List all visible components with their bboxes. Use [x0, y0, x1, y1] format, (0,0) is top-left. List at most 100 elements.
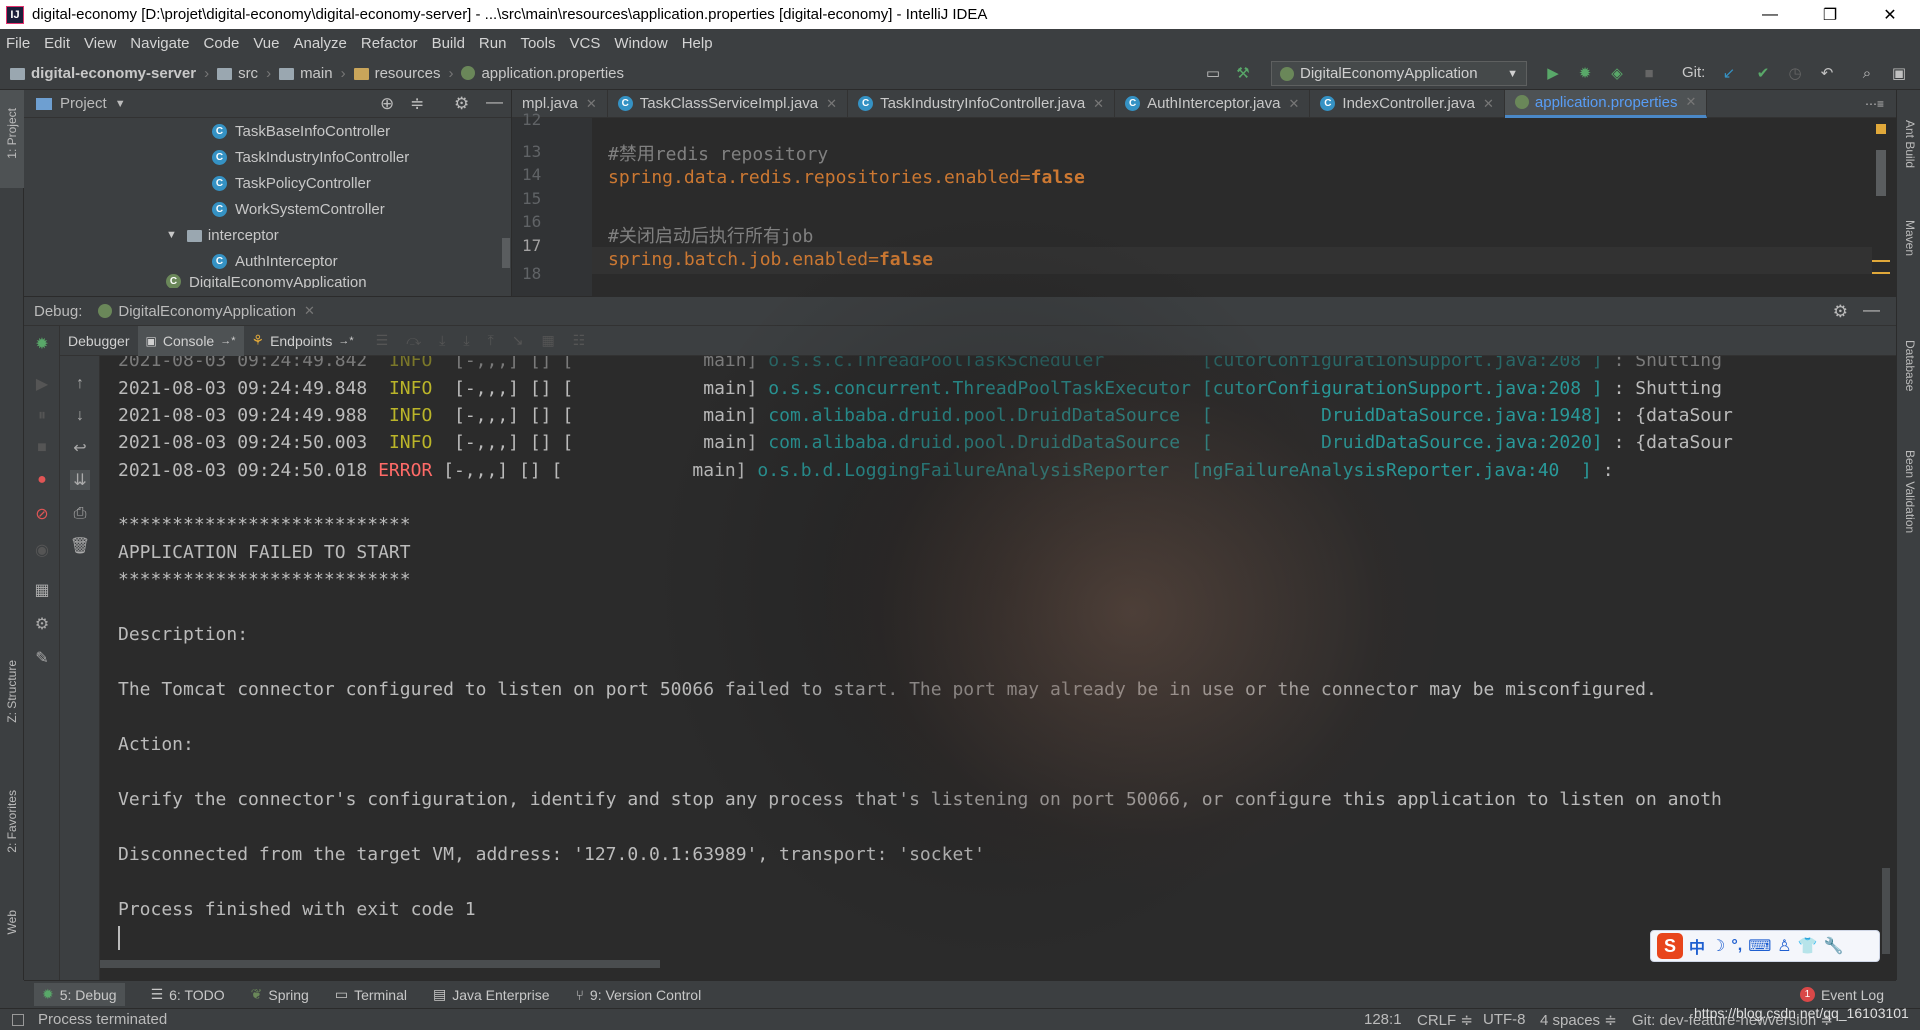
ime-skin-icon[interactable]: 👕: [1798, 936, 1818, 956]
tab-terminal[interactable]: ▭ Terminal: [335, 986, 407, 1003]
pin-icon[interactable]: ✎: [32, 648, 52, 668]
tree-item[interactable]: C DigitalEconomyApplication: [24, 274, 512, 288]
tab-endpoints[interactable]: ⚘ Endpoints →*: [244, 326, 362, 356]
editor-tab[interactable]: C IndexController.java ✕: [1310, 89, 1505, 118]
tool-window-web[interactable]: Web: [5, 910, 19, 934]
ime-punctuation-icon[interactable]: °,: [1731, 937, 1742, 955]
stop-icon[interactable]: ■: [1638, 62, 1660, 84]
evaluate-icon[interactable]: ▦: [542, 332, 555, 349]
tool-window-project[interactable]: 1: Project: [5, 108, 19, 159]
clear-all-trash-icon[interactable]: 🗑: [70, 536, 90, 556]
code-line-13[interactable]: #禁用redis repository: [608, 140, 828, 166]
up-arrow-icon[interactable]: ↑: [70, 374, 90, 394]
menu-window[interactable]: Window: [614, 35, 667, 52]
file-encoding[interactable]: UTF-8: [1483, 1011, 1526, 1028]
tab-todo[interactable]: ☰ 6: TODO: [151, 986, 225, 1003]
close-tab-icon[interactable]: ✕: [1289, 96, 1300, 112]
indent-setting[interactable]: 4 spaces ≑: [1540, 1011, 1617, 1029]
rerun-debug-icon[interactable]: ✹: [32, 334, 52, 354]
close-tab-icon[interactable]: ✕: [826, 96, 837, 112]
code-line-14[interactable]: spring.data.redis.repositories.enabled=f…: [608, 167, 1085, 188]
menu-build[interactable]: Build: [432, 35, 465, 52]
line-separator[interactable]: CRLF ≑: [1417, 1011, 1473, 1029]
breadcrumb-main[interactable]: main: [300, 65, 333, 82]
expand-arrow-icon[interactable]: ▼: [166, 229, 177, 241]
ime-chinese-mode[interactable]: 中: [1689, 934, 1705, 958]
ime-moon-icon[interactable]: ☽: [1711, 936, 1725, 956]
project-panel-title[interactable]: Project: [60, 95, 107, 112]
hide-panel-icon[interactable]: —: [1863, 300, 1880, 320]
code-line-16[interactable]: #关闭启动后执行所有job: [608, 222, 813, 248]
ime-keyboard-icon[interactable]: ⌨: [1748, 936, 1771, 956]
view-breakpoints-icon[interactable]: ●: [32, 470, 52, 490]
hide-panel-icon[interactable]: —: [486, 92, 503, 112]
close-tab-icon[interactable]: ✕: [1483, 96, 1494, 112]
step-over-icon[interactable]: ⤼: [406, 332, 421, 349]
project-structure-icon[interactable]: ▣: [1888, 62, 1910, 84]
close-tab-icon[interactable]: ✕: [1093, 96, 1104, 112]
editor-tab[interactable]: C AuthInterceptor.java ✕: [1115, 89, 1311, 118]
tree-item[interactable]: C TaskPolicyController: [24, 170, 512, 196]
settings-gear-icon[interactable]: ⚙: [1833, 302, 1848, 322]
close-session-icon[interactable]: ✕: [304, 303, 315, 319]
tab-java-enterprise[interactable]: ▤ Java Enterprise: [433, 986, 550, 1003]
close-tab-icon[interactable]: ✕: [1685, 94, 1696, 110]
tab-console[interactable]: ▣ Console →*: [137, 325, 244, 356]
inspection-warning-icon[interactable]: [1876, 124, 1886, 134]
tool-window-bean-validation[interactable]: Bean Validation: [1903, 450, 1917, 533]
trace-icon[interactable]: ☷: [573, 332, 586, 349]
console-output[interactable]: 2021-08-03 09:24:49.842 INFO [-,,,] [] […: [100, 356, 1896, 980]
scrollbar-thumb[interactable]: [502, 238, 510, 268]
menu-run[interactable]: Run: [479, 35, 507, 52]
tool-window-structure[interactable]: Z: Structure: [5, 660, 19, 723]
settings-gear-icon[interactable]: ⚙: [454, 94, 469, 114]
breadcrumb-file[interactable]: application.properties: [481, 65, 624, 82]
tree-item[interactable]: C AuthInterceptor: [24, 248, 512, 274]
tab-debugger[interactable]: Debugger: [60, 326, 138, 356]
build-hammer-icon[interactable]: ⚒: [1232, 62, 1254, 84]
tree-item[interactable]: C WorkSystemController: [24, 196, 512, 222]
run-icon[interactable]: ▶: [1542, 62, 1564, 84]
pin-tab-icon[interactable]: →*: [338, 335, 353, 347]
menu-file[interactable]: File: [6, 35, 30, 52]
tab-debug[interactable]: ✹ 5: Debug: [34, 983, 125, 1006]
editor-tab[interactable]: C TaskIndustryInfoController.java ✕: [848, 89, 1116, 118]
menu-analyze[interactable]: Analyze: [293, 35, 346, 52]
git-commit-check-icon[interactable]: ✔: [1752, 62, 1774, 84]
menu-vcs[interactable]: VCS: [569, 35, 600, 52]
down-arrow-icon[interactable]: ↓: [70, 406, 90, 426]
locate-target-icon[interactable]: ⊕: [380, 94, 394, 114]
ime-tools-icon[interactable]: 🔧: [1824, 936, 1844, 956]
search-icon[interactable]: ⌕: [1856, 62, 1878, 84]
settings-gear-icon[interactable]: ⚙: [32, 614, 52, 634]
close-tab-icon[interactable]: ✕: [586, 96, 597, 112]
print-icon[interactable]: ⎙: [70, 504, 90, 524]
step-into-icon[interactable]: ⤓: [439, 332, 445, 349]
breadcrumb-resources[interactable]: resources: [375, 65, 441, 82]
tool-window-database[interactable]: Database: [1903, 340, 1917, 391]
tree-item[interactable]: C TaskIndustryInfoController: [24, 144, 512, 170]
pin-tab-icon[interactable]: →*: [220, 335, 235, 347]
camera-icon[interactable]: ◉: [32, 540, 52, 560]
rollback-icon[interactable]: ↶: [1816, 62, 1838, 84]
editor-tab[interactable]: C TaskClassServiceImpl.java ✕: [608, 89, 849, 118]
chevron-down-icon[interactable]: ▼: [115, 98, 126, 110]
tab-list-icon[interactable]: ⋯≡: [1865, 97, 1884, 111]
tool-window-maven[interactable]: Maven: [1903, 220, 1917, 256]
tool-window-favorites[interactable]: 2: Favorites: [5, 790, 19, 853]
stop-icon[interactable]: ■: [32, 438, 52, 458]
error-stripe-icon[interactable]: [1872, 260, 1890, 274]
event-log-button[interactable]: 1 Event Log: [1799, 987, 1884, 1003]
menu-navigate[interactable]: Navigate: [130, 35, 189, 52]
ime-user-icon[interactable]: ♙: [1777, 936, 1791, 956]
tool-window-ant-build[interactable]: Ant Build: [1903, 120, 1917, 168]
close-button[interactable]: ✕: [1860, 0, 1920, 29]
run-configuration-select[interactable]: DigitalEconomyApplication ▼: [1271, 61, 1527, 86]
window-layout-icon[interactable]: ▭: [1202, 62, 1224, 84]
soft-wrap-icon[interactable]: ↩: [70, 438, 90, 458]
menu-help[interactable]: Help: [682, 35, 713, 52]
tree-item[interactable]: C TaskBaseInfoController: [24, 118, 512, 144]
menu-code[interactable]: Code: [203, 35, 239, 52]
run-to-cursor-icon[interactable]: ↘: [512, 332, 524, 349]
minimize-button[interactable]: —: [1740, 0, 1800, 29]
